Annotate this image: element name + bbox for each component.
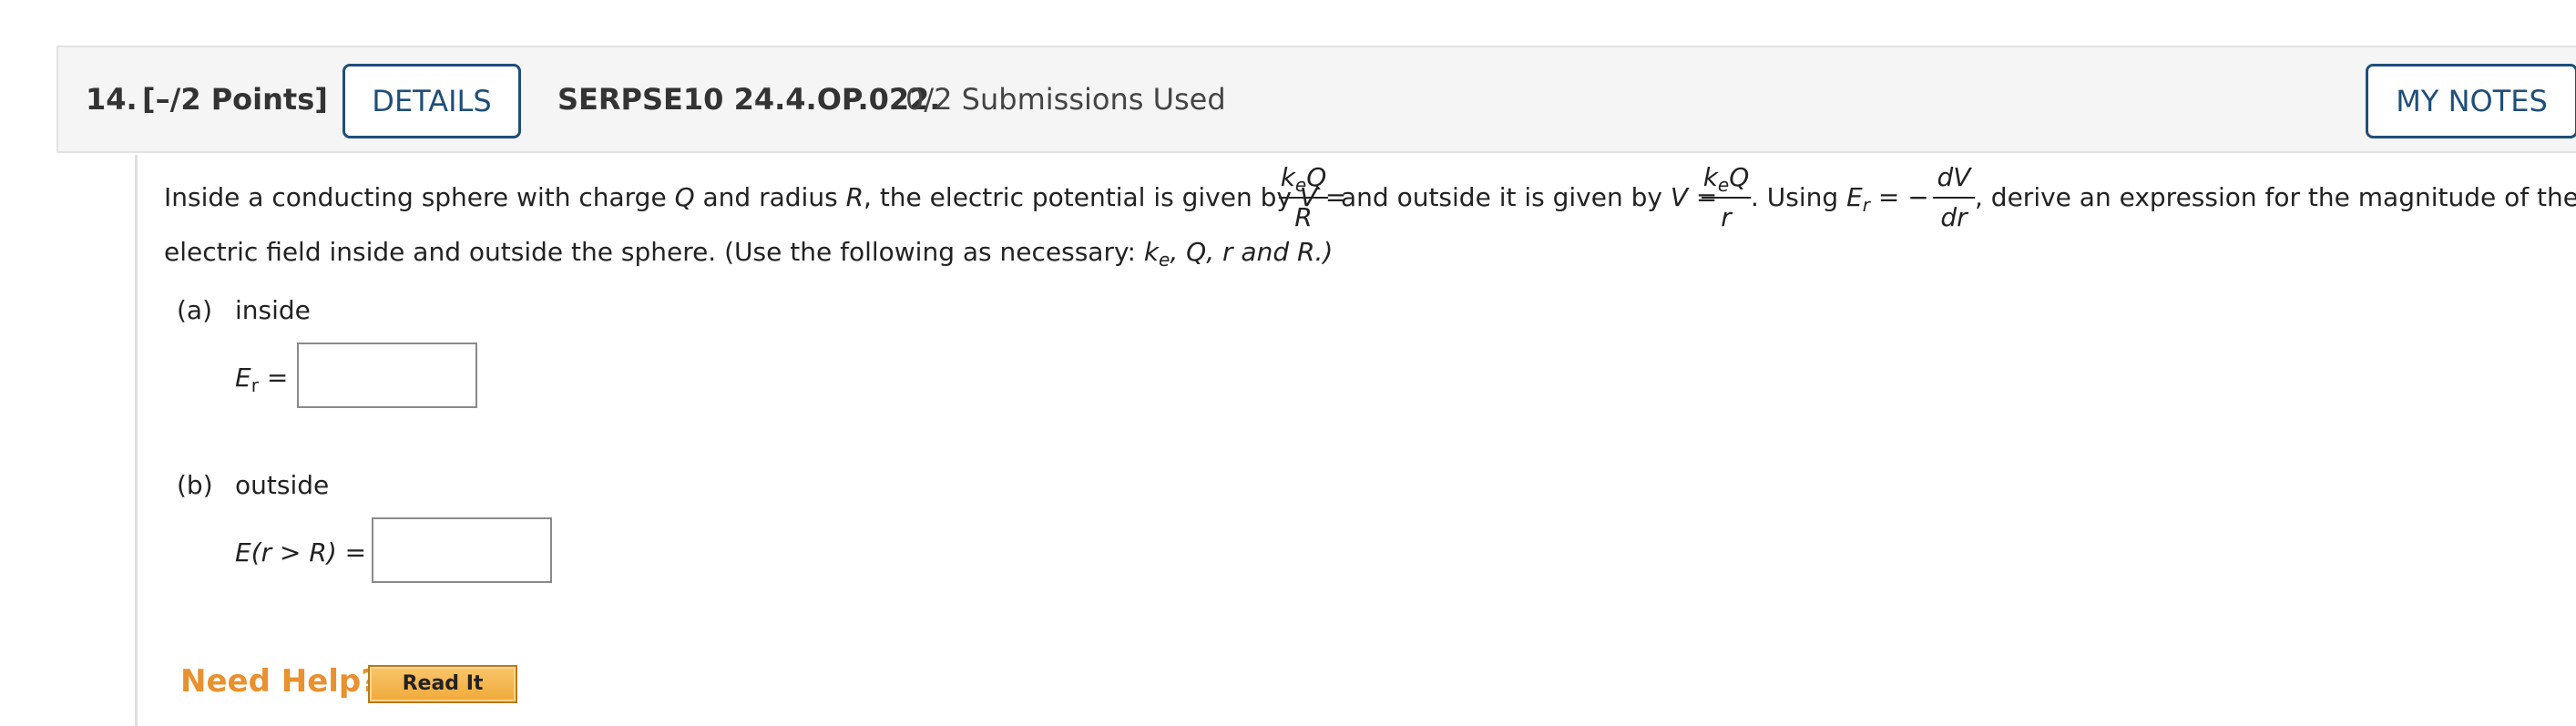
- question-text-derive: , derive an expression for the magnitude…: [1975, 182, 2576, 212]
- my-notes-button[interactable]: MY NOTES: [2366, 64, 2576, 138]
- question-header: 14. [–/2 Points] DETAILS SERPSE10 24.4.O…: [56, 46, 2576, 153]
- part-a-title: inside: [235, 295, 311, 325]
- answer-input-inside[interactable]: [297, 343, 477, 408]
- part-b-title: outside: [235, 470, 330, 500]
- fraction-dv-dr: dV dr: [1933, 162, 1975, 235]
- question-points: [–/2 Points]: [142, 82, 328, 117]
- part-a-label: (a): [177, 295, 213, 325]
- part-a-lhs: Er =: [235, 363, 289, 396]
- question-text-line2: electric field inside and outside the sp…: [164, 237, 1334, 271]
- fraction-inside-potential: keQ R: [1279, 162, 1328, 232]
- answer-input-outside[interactable]: [372, 517, 552, 583]
- question-body-border: [135, 155, 138, 726]
- part-b-label: (b): [177, 470, 213, 500]
- need-help-label: Need Help?: [180, 663, 379, 700]
- submissions-used: 0/2 Submissions Used: [905, 82, 1226, 117]
- read-it-button[interactable]: Read It: [368, 665, 517, 703]
- details-button[interactable]: DETAILS: [342, 64, 521, 138]
- question-text-outside: and outside it is given by V =: [1341, 182, 1718, 212]
- question-code: SERPSE10 24.4.OP.022.: [557, 82, 941, 117]
- question-number: 14.: [86, 82, 138, 117]
- question-text-using: . Using Er = −: [1751, 182, 1929, 216]
- fraction-outside-potential: keQ r: [1702, 162, 1751, 232]
- question-text-line1: Inside a conducting sphere with charge Q…: [164, 182, 1347, 212]
- part-b-lhs: E(r > R) =: [235, 537, 367, 568]
